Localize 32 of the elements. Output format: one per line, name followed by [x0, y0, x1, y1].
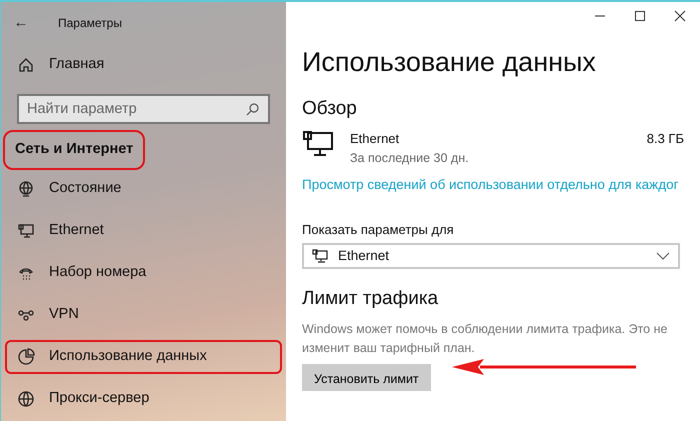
monitor-icon: [17, 222, 35, 240]
limit-description: Windows может помочь в соблюдении лимита трафика. Это не изменит ваш тарифный план.: [302, 320, 668, 357]
sidebar-item[interactable]: Прокси-сервер: [1, 378, 286, 420]
globe-icon: [17, 390, 35, 408]
sidebar-item[interactable]: Набор номера: [1, 252, 286, 294]
page-title: Использование данных: [302, 46, 597, 79]
period-text: За последние 30 дн.: [350, 150, 470, 166]
maximize-icon: [634, 10, 646, 22]
sidebar-item[interactable]: Состояние: [1, 168, 286, 210]
sidebar-item[interactable]: VPN: [1, 294, 286, 336]
set-limit-button[interactable]: Установить лимит: [302, 364, 431, 390]
sidebar-item[interactable]: Использование данных: [1, 336, 286, 378]
section-heading: Обзор: [302, 96, 358, 120]
monitor-icon: [302, 129, 334, 157]
caret-icon: [656, 252, 670, 260]
dropdown-label: Показать параметры для: [302, 220, 455, 239]
section-heading: Лимит трафика: [302, 287, 440, 311]
network-dropdown[interactable]: Ethernet: [302, 243, 680, 269]
globe-icon: [17, 180, 35, 198]
monitor-icon: [312, 249, 328, 263]
section-heading: Сеть и Интернет: [5, 132, 144, 168]
search-field[interactable]: Найти параметр: [17, 94, 270, 124]
network-name: Ethernet: [350, 130, 400, 148]
home-nav-item[interactable]: Главная: [1, 44, 286, 86]
usage-amount: 8.3 ГБ: [646, 130, 684, 148]
close-icon: [674, 10, 686, 22]
pie-chart-icon: [17, 348, 35, 366]
window-title: Параметры: [58, 15, 122, 32]
back-button[interactable]: ←: [1, 12, 41, 34]
home-icon: [17, 56, 35, 74]
sidebar-item[interactable]: Ethernet: [1, 210, 286, 252]
search-icon: [246, 102, 260, 116]
